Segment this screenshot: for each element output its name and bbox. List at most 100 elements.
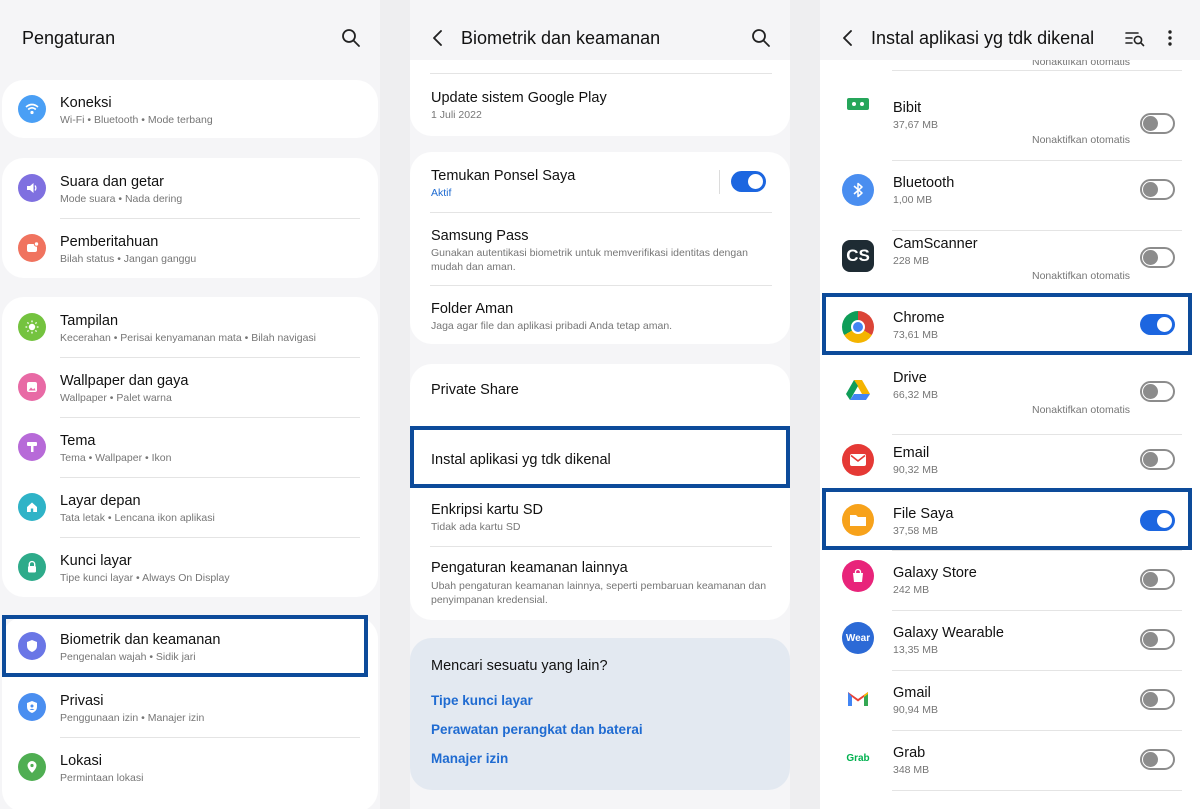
app-row-drive[interactable]: Drive 66,32 MB Nonaktifkan otomatis xyxy=(820,354,1200,434)
item-title: Folder Aman xyxy=(431,301,514,317)
settings-item-privasi[interactable]: Privasi Penggunaan izin • Manajer izin xyxy=(2,677,378,737)
settings-item-biometrik[interactable]: Biometrik dan keamanan Pengenalan wajah … xyxy=(2,617,378,677)
item-subtitle: Mode suara • Nada dering xyxy=(60,193,183,205)
item-title: Enkripsi kartu SD xyxy=(431,502,544,518)
settings-header: Pengaturan xyxy=(0,0,380,78)
item-subtitle: Kecerahan • Perisai kenyamanan mata • Bi… xyxy=(60,332,316,344)
app-size: 90,32 MB xyxy=(893,464,938,476)
app-row-chrome[interactable]: Chrome 73,61 MB xyxy=(820,294,1200,354)
app-size: 37,58 MB xyxy=(893,525,938,537)
install-toggle[interactable] xyxy=(1140,113,1175,134)
app-row-camscanner[interactable]: CS CamScanner 228 MB Nonaktifkan otomati… xyxy=(820,230,1200,294)
install-toggle[interactable] xyxy=(1140,449,1175,470)
search-icon[interactable] xyxy=(749,26,773,50)
link-permission-manager[interactable]: Manajer izin xyxy=(431,751,508,766)
app-row-gmail[interactable]: Gmail 90,94 MB xyxy=(820,670,1200,730)
item-subtitle: Tipe kunci layar • Always On Display xyxy=(60,572,230,584)
wear-icon: Wear xyxy=(842,622,874,654)
app-row-grab[interactable]: Grab Grab 348 MB xyxy=(820,730,1200,790)
item-find-my-phone[interactable]: Temukan Ponsel Saya Aktif xyxy=(410,152,790,212)
app-size: 228 MB xyxy=(893,255,930,267)
settings-item-kunci-layar[interactable]: Kunci layar Tipe kunci layar • Always On… xyxy=(2,537,378,597)
privacy-icon xyxy=(18,693,46,721)
auto-disable-note: Nonaktifkan otomatis xyxy=(1032,404,1131,416)
app-size: 37,67 MB xyxy=(893,119,938,131)
app-name: Bibit xyxy=(893,100,922,116)
app-row-galaxy-store[interactable]: Galaxy Store 242 MB xyxy=(820,550,1200,610)
drive-icon xyxy=(842,374,874,406)
find-my-phone-toggle[interactable] xyxy=(731,171,766,192)
item-subtitle: Tata letak • Lencana ikon aplikasi xyxy=(60,512,215,524)
back-icon[interactable] xyxy=(426,26,450,50)
app-row-file-saya[interactable]: File Saya 37,58 MB xyxy=(820,490,1200,550)
install-toggle[interactable] xyxy=(1140,629,1175,650)
link-screen-lock-type[interactable]: Tipe kunci layar xyxy=(431,693,533,708)
item-secure-folder[interactable]: Folder Aman Jaga agar file dan aplikasi … xyxy=(410,285,790,344)
item-subtitle: Gunakan autentikasi biometrik untuk memv… xyxy=(431,247,748,273)
app-name: File Saya xyxy=(893,506,954,522)
galaxy-store-icon xyxy=(842,560,874,592)
separator xyxy=(719,170,720,194)
settings-item-layar-depan[interactable]: Layar depan Tata letak • Lencana ikon ap… xyxy=(2,477,378,537)
app-row-galaxy-wearable[interactable]: Wear Galaxy Wearable 13,35 MB xyxy=(820,610,1200,670)
auto-disable-note: Nonaktifkan otomatis xyxy=(1032,134,1131,146)
settings-item-tampilan[interactable]: Tampilan Kecerahan • Perisai kenyamanan … xyxy=(2,297,378,357)
theme-icon xyxy=(18,433,46,461)
settings-group-connections: Koneksi Wi-Fi • Bluetooth • Mode terbang xyxy=(2,80,378,138)
install-toggle[interactable] xyxy=(1140,510,1175,531)
item-other-security[interactable]: Pengaturan keamanan lainnya Ubah pengatu… xyxy=(410,546,790,620)
divider xyxy=(892,790,1182,791)
page-title: Pengaturan xyxy=(22,28,116,48)
item-title: Suara dan getar xyxy=(60,174,164,190)
location-icon xyxy=(18,753,46,781)
item-title: Tampilan xyxy=(60,313,119,329)
app-size: 13,35 MB xyxy=(893,644,938,656)
app-row-bluetooth[interactable]: Bluetooth 1,00 MB xyxy=(820,160,1200,230)
back-icon[interactable] xyxy=(836,26,860,50)
status-active: Aktif xyxy=(431,187,452,199)
filter-search-icon[interactable] xyxy=(1123,26,1147,50)
item-private-share[interactable]: Private Share xyxy=(410,364,790,416)
install-toggle[interactable] xyxy=(1140,749,1175,770)
page-title: Biometrik dan keamanan xyxy=(461,28,661,48)
settings-item-tema[interactable]: Tema Tema • Wallpaper • Ikon xyxy=(2,417,378,477)
settings-item-koneksi[interactable]: Koneksi Wi-Fi • Bluetooth • Mode terbang xyxy=(2,80,378,138)
item-install-unknown-apps[interactable]: Instal aplikasi yg tdk dikenal xyxy=(410,436,790,488)
item-samsung-pass[interactable]: Samsung Pass Gunakan autentikasi biometr… xyxy=(410,212,790,285)
unknown-apps-panel: Instal aplikasi yg tdk dikenal Nonaktifk… xyxy=(820,0,1200,809)
item-title: Kunci layar xyxy=(60,553,132,569)
settings-item-suara[interactable]: Suara dan getar Mode suara • Nada dering xyxy=(2,158,378,218)
install-toggle[interactable] xyxy=(1140,179,1175,200)
settings-group-security: Biometrik dan keamanan Pengenalan wajah … xyxy=(2,617,378,809)
app-size: 66,32 MB xyxy=(893,389,938,401)
item-google-play-update[interactable]: Update sistem Google Play 1 Juli 2022 xyxy=(410,74,790,136)
item-subtitle: Jaga agar file dan aplikasi pribadi Anda… xyxy=(431,320,673,332)
brightness-icon xyxy=(18,313,46,341)
install-toggle[interactable] xyxy=(1140,247,1175,268)
more-options-icon[interactable] xyxy=(1158,26,1182,50)
email-icon xyxy=(842,444,874,476)
item-sd-encryption[interactable]: Enkripsi kartu SD Tidak ada kartu SD xyxy=(410,488,790,546)
install-toggle[interactable] xyxy=(1140,689,1175,710)
settings-item-lokasi[interactable]: Lokasi Permintaan lokasi xyxy=(2,737,378,797)
settings-item-wallpaper[interactable]: Wallpaper dan gaya Wallpaper • Palet war… xyxy=(2,357,378,417)
item-subtitle: Penggunaan izin • Manajer izin xyxy=(60,712,205,724)
search-icon[interactable] xyxy=(339,26,363,50)
item-title: Koneksi xyxy=(60,95,112,111)
install-toggle[interactable] xyxy=(1140,381,1175,402)
app-name: Galaxy Wearable xyxy=(893,625,1004,641)
link-device-care[interactable]: Perawatan perangkat dan baterai xyxy=(431,722,643,737)
app-size: 242 MB xyxy=(893,584,930,596)
wallpaper-icon xyxy=(18,373,46,401)
install-toggle[interactable] xyxy=(1140,314,1175,335)
app-row-email[interactable]: Email 90,32 MB xyxy=(820,434,1200,490)
chrome-icon xyxy=(842,311,874,343)
settings-item-pemberitahuan[interactable]: Pemberitahuan Bilah status • Jangan gang… xyxy=(2,218,378,278)
install-toggle[interactable] xyxy=(1140,569,1175,590)
app-list: Nonaktifkan otomatis Bibit 37,67 MB Nona… xyxy=(820,60,1200,809)
settings-group-display: Tampilan Kecerahan • Perisai kenyamanan … xyxy=(2,297,378,597)
page-title: Instal aplikasi yg tdk dikenal xyxy=(871,28,1095,48)
app-size: 1,00 MB xyxy=(893,194,933,206)
item-title: Wallpaper dan gaya xyxy=(60,373,189,389)
app-row-bibit[interactable]: Bibit 37,67 MB Nonaktifkan otomatis xyxy=(820,70,1200,160)
